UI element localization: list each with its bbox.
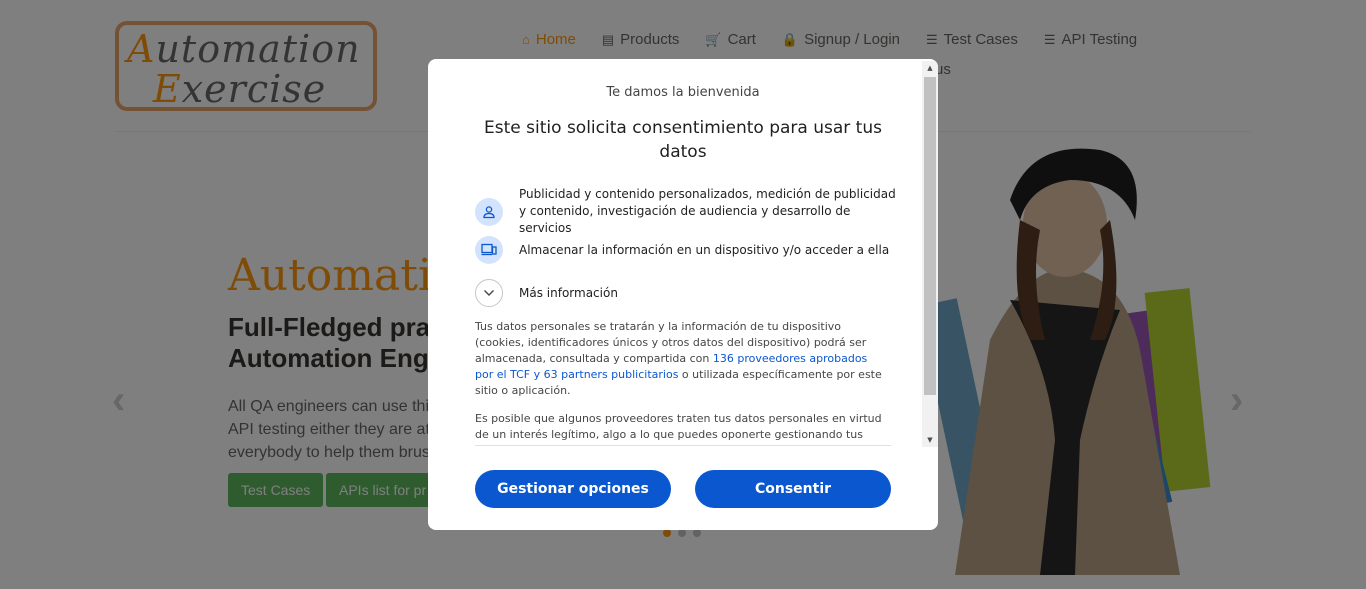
consent-separator [475,445,891,446]
consent-dialog: Te damos la bienvenida Este sitio solici… [428,59,938,530]
chevron-down-icon [475,279,503,307]
person-icon [475,197,503,226]
purpose-text: Almacenar la información en un dispositi… [519,242,890,257]
purpose-device-storage: Almacenar la información en un dispositi… [475,236,899,264]
consent-legitimate-interest-text: Es posible que algunos proveedores trate… [475,412,882,441]
consent-legal-text: Tus datos personales se tratarán y la in… [475,320,882,397]
consent-button[interactable]: Consentir [695,470,891,508]
more-info-label: Más información [519,286,618,300]
consent-scroll-area[interactable]: Te damos la bienvenida Este sitio solici… [428,59,922,446]
consent-headline: Este sitio solicita consentimiento para … [484,118,882,162]
device-icon [475,236,503,264]
scroll-down-arrow-icon[interactable]: ▼ [922,433,938,447]
purpose-text: Publicidad y contenido personalizados, m… [519,187,896,235]
manage-options-button[interactable]: Gestionar opciones [475,470,671,508]
more-info-toggle[interactable]: Más información [475,279,618,307]
dialog-scrollbar[interactable]: ▲ ▼ [922,61,938,447]
purpose-personalized-ads: Publicidad y contenido personalizados, m… [475,186,899,237]
scroll-thumb[interactable] [924,77,936,395]
scroll-up-arrow-icon[interactable]: ▲ [922,61,938,75]
consent-welcome: Te damos la bienvenida [606,85,760,100]
